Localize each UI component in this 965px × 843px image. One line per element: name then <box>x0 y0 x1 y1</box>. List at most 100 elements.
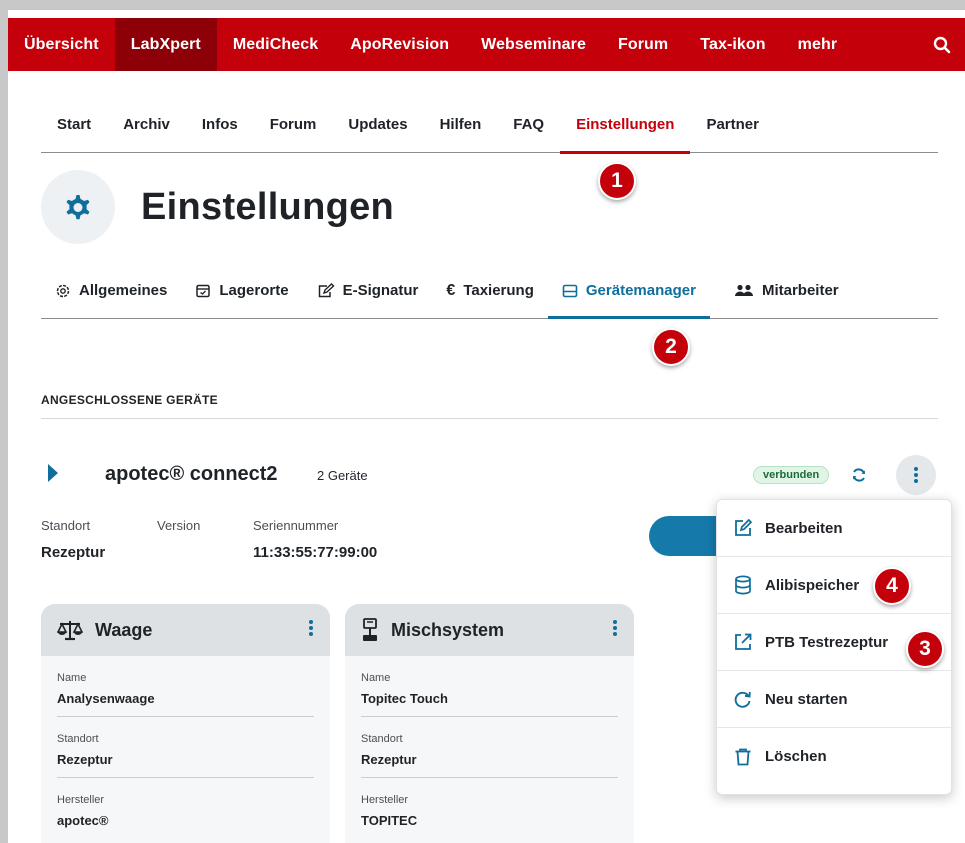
card-header: Waage <box>41 604 330 656</box>
card-title: Mischsystem <box>391 619 505 640</box>
top-nav-aporevision[interactable]: ApoRevision <box>334 18 465 71</box>
annotation-marker-1: 1 <box>598 162 636 200</box>
tab-allgemeines[interactable]: Allgemeines <box>41 263 181 318</box>
card-header: Mischsystem <box>345 604 634 656</box>
kebab-icon <box>914 467 918 483</box>
menu-item-neu-starten[interactable]: Neu starten <box>717 671 951 728</box>
search-button[interactable] <box>919 18 965 71</box>
field-value: Rezeptur <box>57 752 314 778</box>
field-label: Hersteller <box>361 794 409 806</box>
field-label: Standort <box>361 733 403 745</box>
tab-label: Taxierung <box>463 282 534 299</box>
menu-item-loeschen[interactable]: Löschen <box>717 728 951 785</box>
device-card-mischsystem: Mischsystem Name Topitec Touch Standort … <box>345 604 634 843</box>
card-menu-button[interactable] <box>308 619 314 642</box>
mixer-icon <box>363 618 377 641</box>
menu-item-label: PTB Testrezeptur <box>765 633 889 651</box>
tab-mitarbeiter[interactable]: Mitarbeiter <box>710 263 853 318</box>
restart-icon <box>734 691 751 708</box>
annotation-marker-2: 2 <box>652 328 690 366</box>
menu-item-alibispeicher[interactable]: Alibispeicher <box>717 557 951 614</box>
sub-nav-updates[interactable]: Updates <box>332 100 423 153</box>
field-value: TOPITEC <box>361 813 418 828</box>
scale-icon <box>57 621 83 641</box>
tab-geraetemanager[interactable]: Gerätemanager <box>547 263 711 319</box>
device-card-waage: Waage Name Analysenwaage Standort Rezept… <box>41 604 330 843</box>
field-value: Rezeptur <box>361 752 618 778</box>
top-nav-tax-ikon[interactable]: Tax-ikon <box>684 18 781 71</box>
sub-nav-forum[interactable]: Forum <box>254 100 333 153</box>
window-frame-top <box>0 0 965 10</box>
sub-nav-hilfen[interactable]: Hilfen <box>424 100 498 153</box>
expand-toggle[interactable] <box>46 463 60 488</box>
menu-item-label: Alibispeicher <box>765 576 860 594</box>
edit-icon <box>735 518 753 536</box>
card-field: Name Analysenwaage <box>41 672 330 717</box>
euro-icon: € <box>446 281 456 299</box>
menu-item-label: Neu starten <box>765 690 848 708</box>
sub-nav-einstellungen[interactable]: Einstellungen <box>560 100 691 154</box>
field-value: Topitec Touch <box>361 691 618 717</box>
tab-label: Lagerorte <box>219 282 289 299</box>
top-nav-mehr[interactable]: mehr <box>782 18 854 71</box>
status-badge: verbunden <box>753 466 830 484</box>
tab-lagerorte[interactable]: Lagerorte <box>181 263 302 318</box>
card-title: Waage <box>95 619 153 640</box>
serial-label: Seriennummer <box>253 518 339 533</box>
gear-outline-icon <box>56 284 70 297</box>
menu-item-bearbeiten[interactable]: Bearbeiten <box>717 500 951 557</box>
refresh-button[interactable] <box>848 464 870 486</box>
card-menu-button[interactable] <box>612 619 618 642</box>
sub-nav-partner[interactable]: Partner <box>690 100 775 153</box>
sub-nav-infos[interactable]: Infos <box>186 100 254 153</box>
window-frame-left <box>0 0 8 843</box>
search-icon <box>933 36 951 53</box>
settings-tabs: Allgemeines Lagerorte E-Signatur € Taxie… <box>41 263 938 319</box>
field-value: Analysenwaage <box>57 691 314 717</box>
sub-nav-start[interactable]: Start <box>41 100 107 153</box>
box-icon <box>196 284 211 297</box>
users-icon <box>734 284 753 296</box>
section-divider <box>41 418 938 419</box>
tab-label: E-Signatur <box>342 282 419 299</box>
tab-taxierung[interactable]: € Taxierung <box>432 263 547 318</box>
device-menu-button[interactable] <box>896 455 936 495</box>
top-nav-forum[interactable]: Forum <box>602 18 684 71</box>
external-link-icon <box>735 633 752 650</box>
tab-label: Gerätemanager <box>585 282 696 299</box>
sub-nav-faq[interactable]: FAQ <box>497 100 560 153</box>
caret-right-icon <box>48 464 58 482</box>
device-count: 2 Geräte <box>317 468 368 483</box>
sub-nav-archiv[interactable]: Archiv <box>107 100 186 153</box>
signature-icon <box>318 282 335 297</box>
trash-icon <box>735 748 751 765</box>
card-field: Standort Rezeptur <box>345 733 634 778</box>
kebab-icon <box>309 619 313 636</box>
field-label: Name <box>361 672 391 684</box>
section-title: ANGESCHLOSSENE GERÄTE <box>41 393 218 407</box>
card-field: Hersteller apotec® <box>41 794 330 838</box>
gear-icon <box>66 195 90 220</box>
top-nav-medicheck[interactable]: MediCheck <box>217 18 334 71</box>
database-icon <box>735 575 751 595</box>
annotation-marker-4: 4 <box>873 567 911 605</box>
page-title: Einstellungen <box>141 186 395 228</box>
tab-e-signatur[interactable]: E-Signatur <box>303 263 433 318</box>
top-nav-webseminare[interactable]: Webseminare <box>465 18 602 71</box>
field-label: Hersteller <box>57 794 105 806</box>
top-nav: Übersicht LabXpert MediCheck ApoRevision… <box>8 18 965 71</box>
annotation-marker-3: 3 <box>906 630 944 668</box>
device-name: apotec® connect2 <box>105 463 278 485</box>
standort-label: Standort <box>41 518 91 533</box>
tab-label: Mitarbeiter <box>761 282 839 299</box>
top-nav-labxpert[interactable]: LabXpert <box>114 18 217 71</box>
field-label: Name <box>57 672 87 684</box>
card-field: Name Topitec Touch <box>345 672 634 717</box>
tab-label: Allgemeines <box>79 282 168 299</box>
top-nav-uebersicht[interactable]: Übersicht <box>8 18 115 71</box>
field-label: Standort <box>57 733 99 745</box>
serial-value: 11:33:55:77:99:00 <box>253 544 378 561</box>
device-icon <box>562 284 578 297</box>
refresh-icon <box>853 468 865 482</box>
standort-value: Rezeptur <box>41 544 106 561</box>
